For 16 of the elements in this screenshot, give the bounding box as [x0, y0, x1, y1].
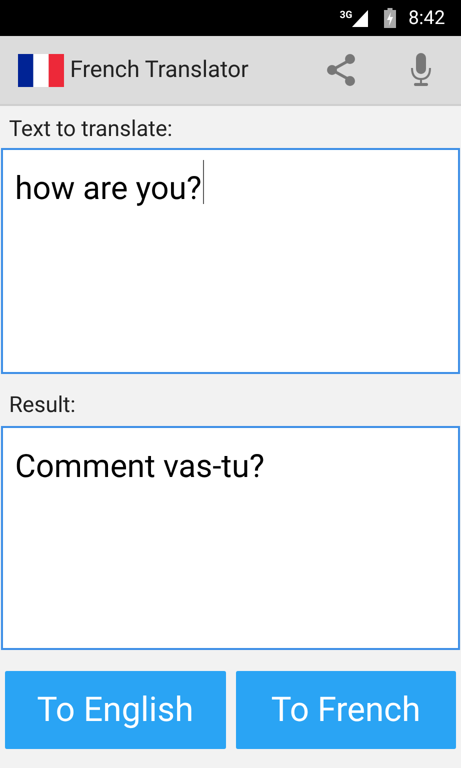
input-label: Text to translate:: [8, 116, 174, 144]
flag-icon: [18, 54, 64, 86]
text-cursor: [202, 160, 204, 204]
clock: 8:42: [408, 4, 445, 31]
microphone-icon: [410, 53, 432, 87]
signal-icon: [352, 10, 368, 26]
translate-button[interactable]: To French: [236, 671, 456, 749]
battery-icon: [384, 8, 396, 28]
result-label: Result:: [8, 392, 77, 420]
network-label: 3G: [340, 9, 352, 23]
input-text: how are you?: [15, 168, 202, 208]
app-title: French Translator: [70, 54, 248, 85]
result-text: Comment vas-tu?: [15, 447, 265, 485]
share-icon: [324, 53, 358, 87]
text-input-field[interactable]: how are you?: [1, 148, 460, 374]
translate-button[interactable]: To English: [5, 671, 226, 749]
